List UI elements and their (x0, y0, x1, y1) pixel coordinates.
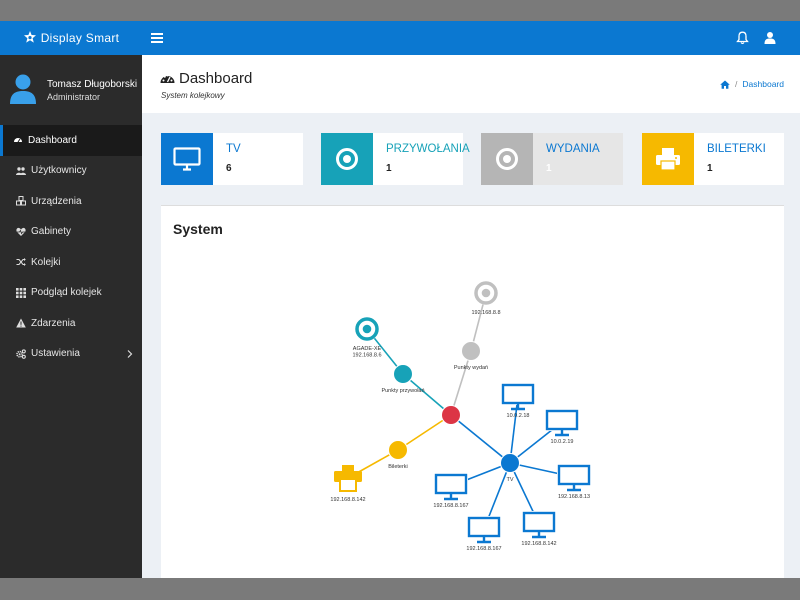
brand-name: Display Smart (40, 31, 120, 45)
info-box-label: BILETERKI (707, 143, 766, 155)
sidebar-item-queue-preview[interactable]: Podgląd kolejek (0, 278, 142, 309)
grid-icon (16, 287, 26, 298)
device-label: 10.0.2.18 (507, 413, 530, 419)
cogs-icon (16, 349, 26, 359)
bell-icon[interactable] (736, 31, 749, 45)
page-subtitle: System kolejkowy (161, 91, 225, 100)
device-label: 192.168.8.167 (466, 546, 501, 552)
sidebar-item-rooms[interactable]: Gabinety (0, 217, 142, 248)
group-label: Punkty przywołań (381, 388, 424, 394)
page-title: Dashboard (160, 70, 252, 87)
edge-hub-to-group (450, 350, 472, 416)
device-label: 192.168.8.142 (521, 541, 556, 547)
hub-node[interactable] (441, 405, 461, 425)
users-icon (16, 167, 26, 175)
monitor-icon (173, 147, 201, 171)
target-icon[interactable] (474, 281, 498, 305)
sidebar-item-label: Kolejki (31, 256, 61, 268)
edge-group-to-device (509, 395, 519, 464)
info-box-releases[interactable]: WYDANIA 1 (481, 133, 623, 185)
random-icon (16, 258, 26, 267)
dashboard-icon (160, 74, 175, 83)
sidebar-item-queues[interactable]: Kolejki (0, 247, 142, 278)
warning-icon (16, 318, 26, 328)
monitor-icon[interactable] (557, 464, 591, 492)
cubes-icon (16, 196, 26, 206)
sidebar-item-events[interactable]: Zdarzenia (0, 308, 142, 339)
group-label: TV (506, 477, 513, 483)
group-node[interactable] (461, 341, 481, 361)
system-panel: System Punkty przywołań AGADE-XE 192.168.8… (161, 205, 784, 578)
info-box-ticket-machines[interactable]: BILETERKI 1 (642, 133, 784, 185)
info-box-icon-area (642, 133, 694, 185)
info-box-icon-area (481, 133, 533, 185)
sidebar-item-devices[interactable]: Urządzenia (0, 186, 142, 217)
breadcrumb-separator: / (735, 79, 738, 89)
group-node[interactable] (393, 364, 413, 384)
target-icon (496, 148, 518, 170)
info-box-icon-area (321, 133, 373, 185)
menu-toggle-icon[interactable] (150, 31, 164, 45)
sidebar-item-users[interactable]: Użytkownicy (0, 156, 142, 187)
device-label: 192.168.8.8 (471, 310, 500, 316)
group-node[interactable] (388, 440, 408, 460)
device-label: 192.168.8.142 (330, 497, 365, 503)
brand-logo[interactable]: Display Smart (0, 21, 142, 55)
sidebar-item-label: Ustawienia (31, 348, 80, 360)
sidebar-item-dashboard[interactable]: Dashboard (0, 125, 142, 156)
target-icon (336, 148, 358, 170)
system-network-graph[interactable]: Punkty przywołań AGADE-XE 192.168.8.6 Punkt… (161, 206, 784, 578)
printer-icon[interactable] (334, 465, 362, 492)
device-label: AGADE-XE 192.168.8.6 (352, 346, 381, 359)
monitor-icon[interactable] (434, 473, 468, 501)
user-role: Administrator (47, 92, 101, 102)
breadcrumb-dashboard[interactable]: Dashboard (742, 79, 784, 89)
info-box-calls[interactable]: PRZYWOŁANIA 1 (321, 133, 470, 185)
edge-hub-to-group (450, 414, 511, 464)
dashboard-icon (14, 138, 22, 143)
group-label: Punkty wydań (454, 365, 488, 371)
info-box-label: WYDANIA (546, 143, 600, 155)
printer-icon (656, 148, 680, 171)
chevron-right-icon (127, 349, 133, 358)
info-box-value: 1 (386, 163, 392, 174)
page-title-text: Dashboard (179, 70, 253, 87)
home-icon[interactable] (720, 80, 730, 89)
breadcrumb: / Dashboard (720, 79, 784, 89)
sidebar-item-label: Zdarzenia (31, 317, 76, 329)
info-box-label: PRZYWOŁANIA (386, 143, 470, 155)
monitor-icon[interactable] (522, 511, 556, 539)
sidebar-item-label: Gabinety (31, 226, 72, 238)
info-box-value: 6 (226, 163, 232, 174)
info-box-value: 1 (546, 163, 552, 174)
info-box-value: 1 (707, 163, 713, 174)
user-menu-icon[interactable] (764, 31, 776, 45)
sidebar-item-settings[interactable]: Ustawienia (0, 339, 142, 370)
sidebar-item-label: Podgląd kolejek (31, 287, 102, 299)
group-label: Bileterki (388, 464, 408, 470)
info-box-tv[interactable]: TV 6 (161, 133, 303, 185)
user-panel: Tomasz Długoborski Administrator (0, 55, 142, 125)
device-label: 192.168.8.13 (558, 494, 590, 500)
content-header: Dashboard System kolejkowy / Dashboard (142, 55, 800, 113)
avatar (10, 74, 36, 104)
monitor-icon[interactable] (467, 516, 501, 544)
sidebar-item-label: Dashboard (28, 134, 77, 146)
star-logo-icon (23, 31, 36, 43)
monitor-icon[interactable] (501, 383, 535, 411)
device-label: 192.168.8.167 (433, 503, 468, 509)
app-window: Display Smart Tomasz Długoborski Adminis… (0, 21, 800, 578)
heartbeat-icon (16, 227, 26, 236)
target-icon[interactable] (355, 317, 379, 341)
info-box-icon-area (161, 133, 213, 185)
sidebar-item-label: Użytkownicy (31, 165, 87, 177)
sidebar: Tomasz Długoborski Administrator Dashboa… (0, 55, 142, 578)
group-node[interactable] (500, 453, 520, 473)
info-box-label: TV (226, 143, 241, 155)
sidebar-item-label: Urządzenia (31, 195, 82, 207)
device-label: 10.0.2.19 (551, 439, 574, 445)
top-navbar: Display Smart (0, 21, 800, 55)
user-name: Tomasz Długoborski (47, 79, 138, 90)
